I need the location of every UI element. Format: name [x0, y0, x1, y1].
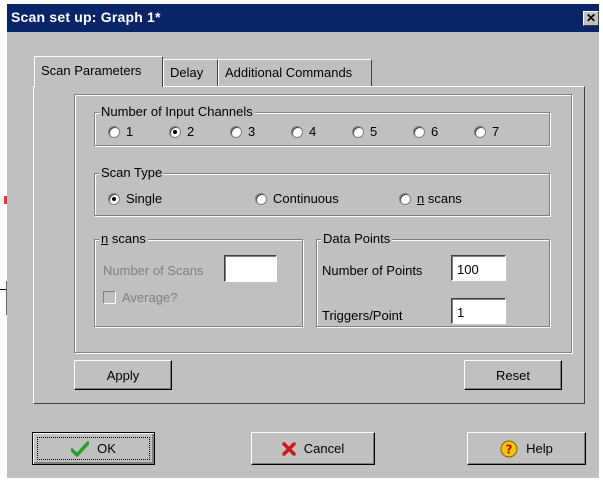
radio-continuous[interactable]: Continuous [255, 191, 339, 206]
radio-channel-1[interactable]: 1 [108, 124, 133, 139]
check-icon [71, 440, 90, 457]
reset-label: Reset [496, 367, 530, 383]
cancel-button[interactable]: Cancel [251, 432, 375, 465]
radio-label-channel-7: 7 [492, 124, 500, 139]
input-channels-group: Number of Input Channels 1 2 3 4 5 6 7 [94, 104, 550, 146]
radio-channel-2[interactable]: 2 [169, 124, 194, 139]
triggers-per-point-label: Triggers/Point [322, 308, 403, 323]
radio-channel-6[interactable]: 6 [413, 124, 438, 139]
radio-button-channel-3[interactable] [230, 125, 242, 138]
radio-label-channel-2: 2 [187, 124, 195, 139]
window-title: Scan set up: Graph 1* [11, 9, 161, 25]
radio-channel-7[interactable]: 7 [474, 124, 499, 139]
question-icon: ? [500, 440, 518, 458]
radio-channel-3[interactable]: 3 [230, 124, 255, 139]
radio-button-channel-5[interactable] [352, 125, 364, 138]
radio-button-continuous[interactable] [255, 192, 267, 205]
tab-label: Additional Commands [225, 65, 353, 80]
radio-channel-5[interactable]: 5 [352, 124, 377, 139]
radio-button-channel-1[interactable] [108, 125, 120, 138]
radio-label-channel-6: 6 [431, 124, 439, 139]
ok-label: OK [97, 441, 116, 456]
close-icon: ✕ [585, 11, 597, 25]
tab-additional-commands[interactable]: Additional Commands [218, 59, 372, 86]
radio-label-n-scans: n scans [417, 191, 462, 206]
input-channels-legend: Number of Input Channels [99, 104, 255, 119]
apply-button[interactable]: Apply [74, 360, 172, 390]
average-label: Average? [122, 290, 178, 305]
data-points-legend: Data Points [321, 231, 393, 246]
cancel-label: Cancel [303, 441, 345, 456]
scan-parameters-panel: Number of Input Channels 1 2 3 4 5 6 7 Scan Ty… [33, 86, 585, 404]
title-bar[interactable]: Scan set up: Graph 1* ✕ [7, 4, 599, 32]
number-of-scans-label: Number of Scans [103, 263, 204, 278]
reset-button[interactable]: Reset [464, 360, 562, 390]
tab-scan-parameters[interactable]: Scan Parameters [34, 56, 163, 87]
n-scans-legend: n scans [99, 231, 148, 246]
radio-label-channel-4: 4 [309, 124, 317, 139]
number-of-scans-input[interactable] [224, 255, 277, 282]
focus-ring [37, 437, 150, 460]
help-label: Help [526, 441, 553, 456]
tab-label: Delay [170, 65, 204, 80]
tab-label: Scan Parameters [41, 63, 142, 78]
inner-panel: Number of Input Channels 1 2 3 4 5 6 7 Scan Ty… [74, 94, 572, 353]
data-points-group: Data Points Number of Points Triggers/Po… [316, 231, 550, 327]
radio-button-channel-2[interactable] [169, 125, 181, 138]
help-button[interactable]: ? Help [467, 432, 586, 465]
scan-setup-dialog: Scan set up: Graph 1* ✕ Scan Parameters … [7, 4, 599, 478]
n-scans-rest: scans [424, 191, 462, 206]
scan-type-group: Scan Type Single Continuous n scans [94, 165, 550, 216]
number-of-points-input[interactable] [451, 255, 506, 281]
triggers-per-point-input[interactable] [451, 298, 506, 324]
radio-label-channel-5: 5 [370, 124, 378, 139]
tab-delay[interactable]: Delay [163, 59, 218, 86]
radio-label-channel-3: 3 [248, 124, 256, 139]
radio-label-single: Single [126, 191, 163, 206]
average-checkbox-row[interactable]: Average? [103, 290, 177, 305]
radio-n-scans[interactable]: n scans [399, 191, 462, 206]
ok-button[interactable]: OK [32, 432, 155, 465]
radio-channel-4[interactable]: 4 [291, 124, 316, 139]
scan-type-legend: Scan Type [99, 165, 165, 180]
n-scans-group: n scans Number of Scans Average? [94, 231, 303, 327]
radio-label-channel-1: 1 [126, 124, 134, 139]
radio-button-channel-7[interactable] [474, 125, 486, 138]
radio-button-channel-6[interactable] [413, 125, 425, 138]
radio-button-channel-4[interactable] [291, 125, 303, 138]
svg-text:?: ? [506, 442, 513, 456]
number-of-points-label: Number of Points [322, 263, 423, 278]
x-icon [282, 441, 296, 456]
radio-button-n-scans[interactable] [399, 192, 411, 205]
average-checkbox[interactable] [103, 291, 116, 304]
apply-label: Apply [106, 367, 140, 383]
radio-button-single[interactable] [108, 192, 120, 205]
n-scans-legend-rest: scans [108, 231, 146, 246]
close-button[interactable]: ✕ [583, 11, 599, 26]
radio-label-continuous: Continuous [273, 191, 339, 206]
radio-single[interactable]: Single [108, 191, 162, 206]
